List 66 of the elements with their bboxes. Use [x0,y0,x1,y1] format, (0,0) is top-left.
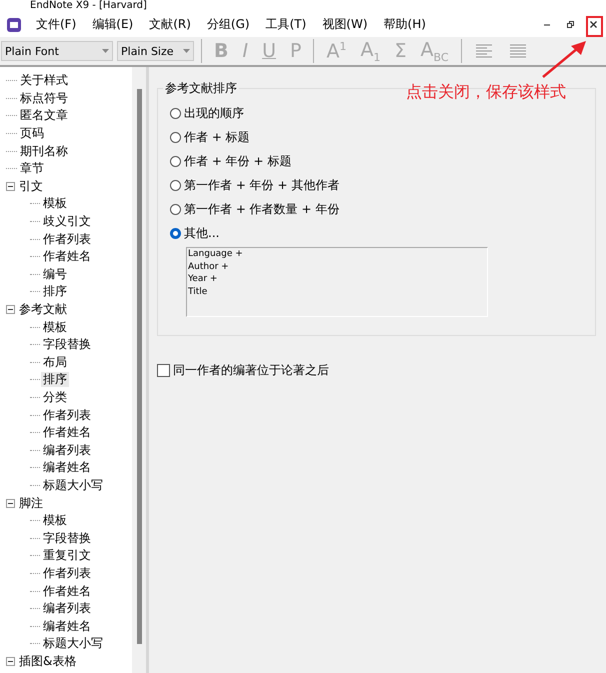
caret-icon [183,49,190,53]
close-icon [590,21,596,28]
radio-option[interactable]: 第一作者 + 作者数量 + 年份 [170,197,583,221]
tree-item[interactable]: 标点符号 [18,90,70,106]
group-title: 参考文献排序 [163,80,239,97]
tree-item[interactable]: 作者姓名 [41,249,93,264]
option-checkbox[interactable]: 同一作者的编著位于论著之后 [157,362,596,379]
tree-item[interactable]: 编者姓名 [41,460,93,476]
tree-item[interactable]: 模板 [41,320,69,335]
restore-icon [566,21,574,28]
tree-item[interactable]: 标题大小写 [41,636,105,652]
tree-item[interactable]: 插图&表格 [17,654,78,669]
tree-item[interactable]: 页码 [18,126,46,142]
font-dropdown[interactable]: Plain Font [1,41,113,61]
tree-item[interactable]: 参考文献 [17,302,69,318]
menu-item[interactable]: 工具(T) [258,16,314,33]
scrollbar-thumb[interactable] [136,89,142,644]
tree-item[interactable]: 编者姓名 [41,618,93,634]
tree-item[interactable]: 作者姓名 [41,584,93,599]
tree-item[interactable]: 布局 [41,354,69,370]
tree-item[interactable]: 模板 [41,196,69,212]
caret-icon [102,49,109,53]
window-title: EndNote X9 - [Harvard] [30,0,147,12]
radio-option[interactable]: 第一作者 + 年份 + 其他作者 [170,173,583,197]
collapse-icon[interactable] [6,656,15,666]
app-logo-icon [6,16,22,32]
tree-item[interactable]: 重复引文 [41,548,93,564]
tree-item[interactable]: 匿名文章 [18,108,70,124]
radio-option[interactable]: 出现的顺序 [170,101,583,125]
tree-item[interactable]: 模板 [41,513,69,528]
menu-item[interactable]: 视图(W) [314,16,376,33]
tree-item[interactable]: 作者姓名 [41,425,93,440]
tree-item[interactable]: 歧义引文 [41,214,93,230]
collapse-icon[interactable] [6,182,15,191]
radio-option[interactable]: 作者 + 标题 [170,125,583,149]
size-dropdown[interactable]: Plain Size [117,41,194,61]
tree-item[interactable]: 编者列表 [41,601,93,616]
tree-item[interactable]: 章节 [18,161,46,176]
radio-option[interactable]: 其他... [170,221,583,245]
highlight-frame [586,16,603,37]
tree-item[interactable]: 编者列表 [41,442,93,458]
tree-item[interactable]: 编号 [41,266,69,282]
collapse-icon[interactable] [6,305,15,314]
tree-item[interactable]: 标题大小写 [41,478,105,493]
tree-item[interactable]: 引文 [17,178,45,194]
tree-item[interactable]: 字段替换 [41,530,93,546]
sort-order-field[interactable]: Language + Author + Year + Title [186,247,488,317]
tree-item[interactable]: 脚注 [17,496,45,511]
radio-option[interactable]: 作者 + 年份 + 标题 [170,149,583,173]
tree-item[interactable]: 期刊名称 [18,144,70,159]
tree-item[interactable]: 关于样式 [18,73,70,88]
annotation-text: 点击关闭，保存该样式 [406,82,566,103]
tree-item[interactable]: 作者列表 [41,408,93,423]
collapse-icon[interactable] [6,498,15,508]
tree-item[interactable]: 排序 [41,284,69,300]
minimize-icon [544,24,550,26]
menu-item[interactable]: 编辑(E) [84,16,142,33]
tree-item[interactable]: 作者列表 [41,566,93,581]
menu-item[interactable]: 文件(F) [28,16,84,33]
menu-item[interactable]: 帮助(H) [376,16,434,33]
tree-item[interactable]: 作者列表 [41,232,93,247]
tree-item[interactable]: 字段替换 [41,337,93,352]
menu-item[interactable]: 文献(R) [141,16,199,33]
tree-item[interactable]: 排序 [41,372,69,388]
tree-item[interactable]: 分类 [41,390,69,405]
menu-item[interactable]: 分组(G) [198,16,258,33]
